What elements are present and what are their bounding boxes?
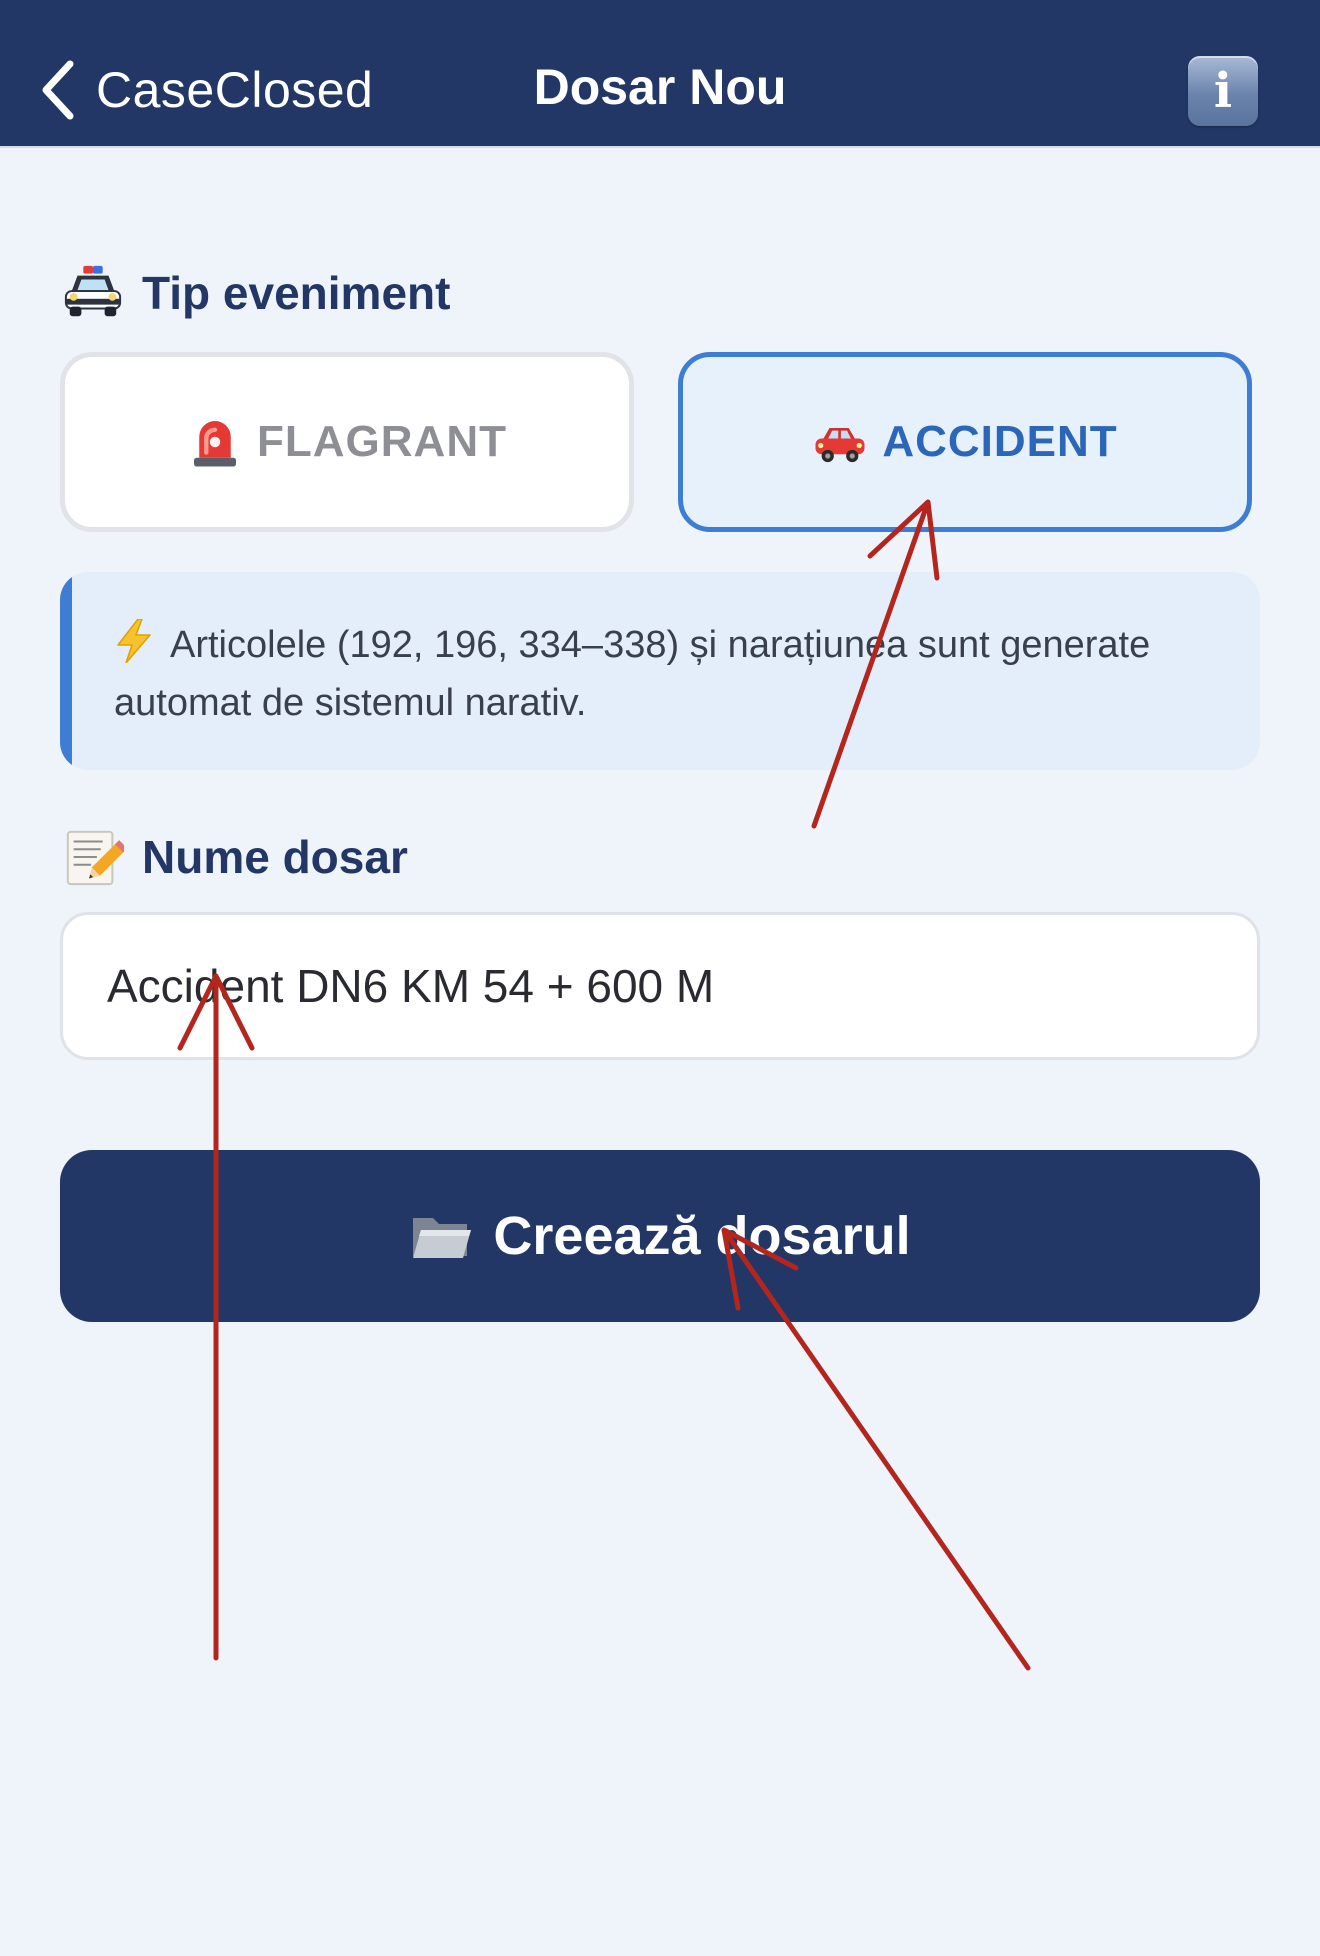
info-button[interactable]: i bbox=[1188, 56, 1258, 126]
event-type-accident-button[interactable]: ACCIDENT bbox=[678, 352, 1252, 532]
event-type-label-text: Tip eveniment bbox=[142, 267, 451, 319]
event-type-flagrant-button[interactable]: FLAGRANT bbox=[60, 352, 634, 532]
info-notice-accent bbox=[60, 572, 72, 770]
case-name-label-text: Nume dosar bbox=[142, 831, 408, 883]
case-name-label: Nume dosar bbox=[62, 826, 408, 888]
event-type-flagrant-label: FLAGRANT bbox=[257, 417, 507, 466]
info-icon: i bbox=[1213, 63, 1233, 119]
event-type-label: Tip eveniment bbox=[62, 262, 450, 324]
car-icon bbox=[815, 428, 865, 463]
navigation-bar: CaseClosed Dosar Nou i bbox=[0, 0, 1320, 148]
page-title: Dosar Nou bbox=[533, 59, 787, 115]
event-type-accident-label: ACCIDENT bbox=[882, 417, 1118, 466]
folder-icon bbox=[413, 1218, 472, 1258]
create-case-label: Creează dosarul bbox=[493, 1206, 911, 1266]
info-notice-text: Articolele (192, 196, 334–338) și narați… bbox=[114, 624, 1151, 724]
info-notice: Articolele (192, 196, 334–338) și narați… bbox=[60, 572, 1260, 770]
police-car-icon bbox=[64, 265, 122, 317]
case-name-input[interactable] bbox=[60, 912, 1260, 1060]
info-notice-content: Articolele (192, 196, 334–338) și narați… bbox=[114, 616, 1214, 732]
memo-pencil-icon bbox=[66, 830, 124, 886]
siren-light-icon bbox=[194, 421, 237, 467]
lightning-icon bbox=[117, 619, 151, 663]
create-case-button[interactable]: Creează dosarul bbox=[60, 1150, 1260, 1322]
